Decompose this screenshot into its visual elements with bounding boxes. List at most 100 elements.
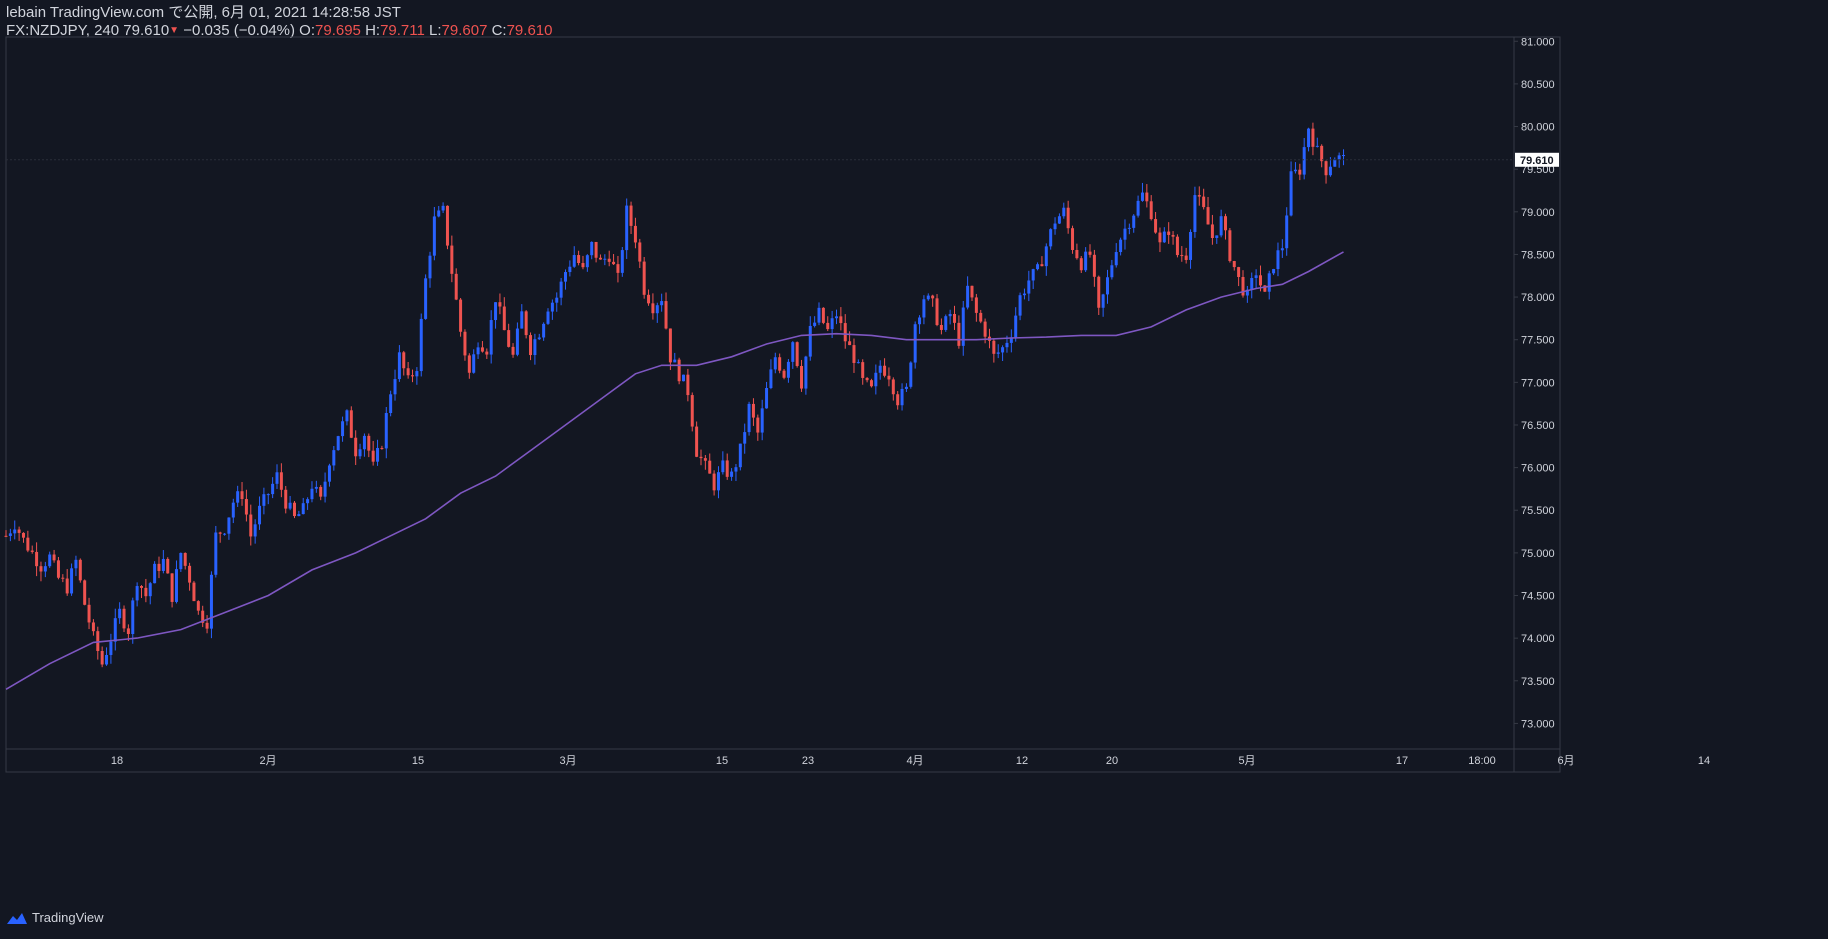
- candle-body: [529, 335, 533, 356]
- candle-body: [61, 577, 65, 579]
- candle-body: [1136, 200, 1140, 216]
- candle-body: [223, 533, 227, 535]
- candle-body: [56, 560, 60, 578]
- candle-body: [795, 342, 799, 366]
- candle-body: [808, 325, 812, 357]
- candle-body: [424, 278, 428, 319]
- candle-body: [214, 532, 218, 575]
- candle-body: [957, 322, 961, 346]
- candle-body: [1293, 169, 1297, 172]
- candle-body: [677, 359, 681, 382]
- candle-body: [8, 533, 12, 536]
- candle-body: [1097, 276, 1101, 308]
- candle-body: [306, 499, 310, 504]
- candle-body: [1210, 224, 1214, 239]
- candle-body: [839, 316, 843, 324]
- candle-body: [625, 205, 629, 251]
- candle-body: [629, 205, 633, 226]
- candle-body: [1250, 278, 1254, 290]
- candle-body: [476, 347, 480, 355]
- candle-body: [996, 352, 1000, 354]
- candle-body: [647, 294, 651, 304]
- candle-body: [376, 447, 380, 462]
- candle-body: [1272, 269, 1276, 274]
- candle-body: [935, 298, 939, 326]
- candle-body: [848, 341, 852, 346]
- candle-body: [992, 340, 996, 354]
- candle-body: [122, 608, 126, 629]
- candle-body: [620, 250, 624, 273]
- candle-body: [39, 566, 43, 572]
- candle-body: [546, 311, 550, 324]
- candle-body: [415, 371, 419, 377]
- candle-body: [301, 503, 305, 515]
- candle-body: [730, 471, 734, 477]
- candle-body: [437, 210, 441, 217]
- candle-body: [1320, 145, 1324, 162]
- candle-body: [887, 375, 891, 380]
- candle-body: [1057, 216, 1061, 224]
- candle-body: [144, 587, 148, 597]
- candle-body: [607, 258, 611, 262]
- candle-body: [297, 514, 301, 517]
- candle-body: [1171, 234, 1175, 237]
- candle-body: [974, 297, 978, 313]
- candle-body: [883, 365, 887, 376]
- candle-body: [909, 362, 913, 387]
- last-price-label: 79.610: [1520, 155, 1554, 167]
- y-tick-label: 73.500: [1521, 676, 1555, 688]
- candle-body: [865, 377, 869, 381]
- candle-body: [874, 372, 878, 387]
- candle-body: [354, 437, 358, 457]
- x-tick-label: 6月: [1557, 755, 1574, 767]
- candle-body: [563, 272, 567, 282]
- candle-body: [800, 365, 804, 389]
- candle-body: [1044, 246, 1048, 267]
- candle-body: [861, 362, 865, 378]
- footer-brand[interactable]: TradingView: [6, 910, 104, 925]
- candle-body: [1027, 280, 1031, 294]
- candle-body: [682, 374, 686, 382]
- candle-body: [118, 608, 122, 619]
- candle-body: [869, 380, 873, 387]
- candle-body: [445, 205, 449, 246]
- candle-body: [393, 379, 397, 395]
- candle-body: [30, 550, 34, 552]
- candle-body: [65, 578, 69, 594]
- candle-body: [1267, 273, 1271, 292]
- candle-body: [1333, 159, 1337, 167]
- candle-body: [633, 225, 637, 243]
- candle-body: [843, 323, 847, 342]
- candle-body: [253, 524, 257, 537]
- candle-body: [231, 502, 235, 518]
- candle-body: [590, 241, 594, 256]
- candle-body: [533, 339, 537, 356]
- candle-body: [1311, 128, 1315, 147]
- candle-body: [1062, 207, 1066, 217]
- x-tick-label: 14: [1698, 755, 1710, 767]
- candle-body: [1005, 342, 1009, 348]
- candle-body: [572, 255, 576, 267]
- candle-body: [310, 488, 314, 500]
- candle-body: [852, 345, 856, 363]
- footer-brand-label: TradingView: [32, 910, 104, 925]
- candle-body: [1079, 258, 1083, 271]
- candle-body: [896, 394, 900, 406]
- candle-body: [1342, 155, 1346, 157]
- candle-body: [878, 365, 882, 373]
- y-tick-label: 76.500: [1521, 420, 1555, 432]
- candle-body: [170, 573, 174, 602]
- y-tick-label: 81.000: [1521, 36, 1555, 48]
- candle-body: [1328, 166, 1332, 176]
- candle-body: [673, 359, 677, 363]
- price-chart[interactable]: 73.000 73.500 74.000 74.500 75.000 75.500 76.0…: [0, 0, 1828, 939]
- candle-body: [367, 435, 371, 451]
- candle-body: [192, 582, 196, 602]
- candle-body: [651, 303, 655, 314]
- candle-body: [279, 472, 283, 490]
- candle-body: [1324, 161, 1328, 176]
- candle-body: [70, 568, 74, 594]
- x-tick-label: 12: [1016, 755, 1028, 767]
- candle-body: [931, 295, 935, 299]
- candle-body: [341, 421, 345, 437]
